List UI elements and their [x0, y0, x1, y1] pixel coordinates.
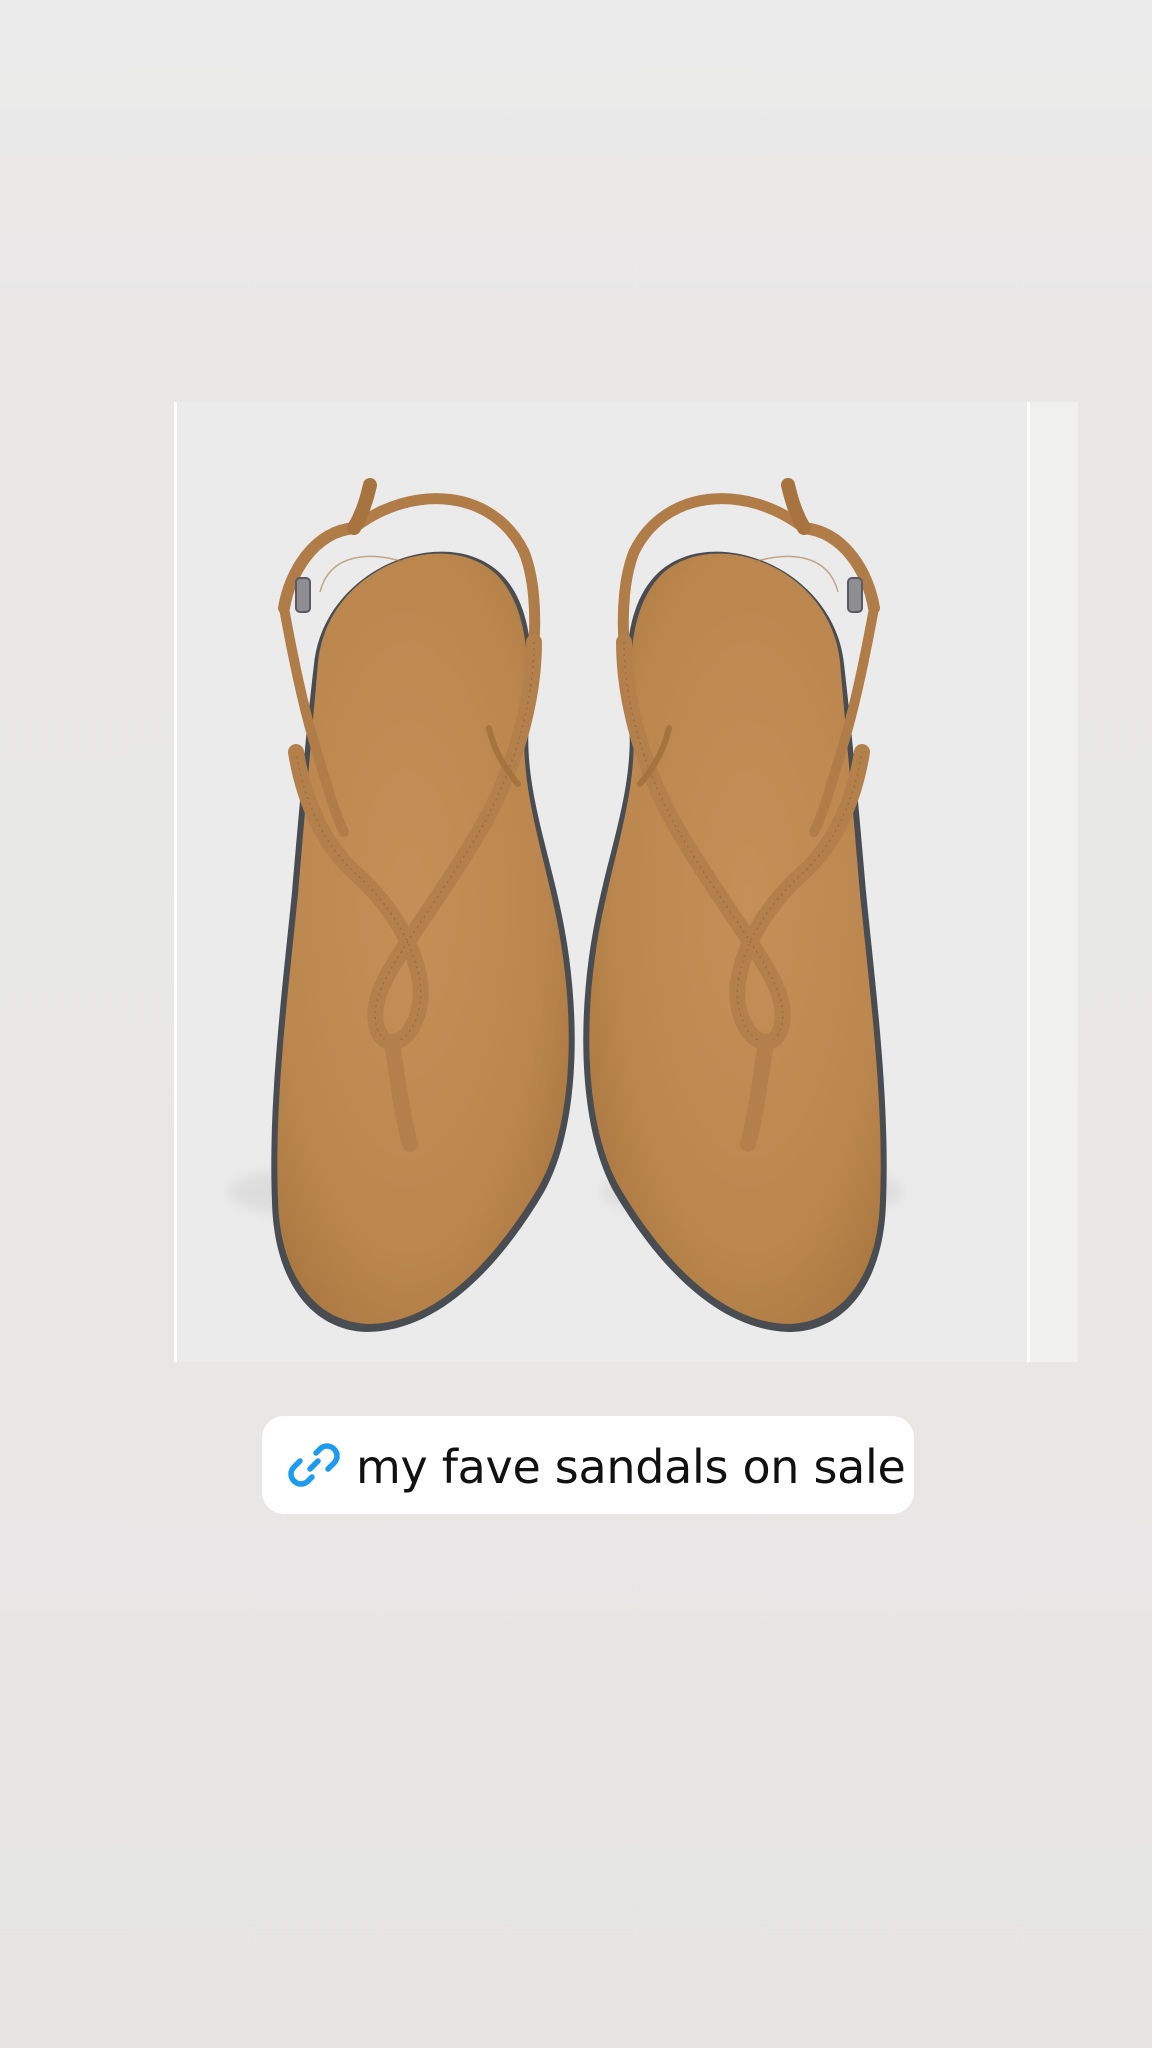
- link-sticker[interactable]: my fave sandals on sale: [262, 1416, 914, 1514]
- photo-edge-strip: [1030, 402, 1078, 1362]
- photo-edge-left: [174, 402, 177, 1362]
- product-photo: [174, 402, 1028, 1362]
- left-sandal: [228, 478, 575, 1332]
- right-sandal: [583, 478, 902, 1332]
- link-sticker-label: my fave sandals on sale: [356, 1440, 906, 1494]
- sandals-illustration: [228, 478, 902, 1332]
- photo-edge-right: [1027, 402, 1030, 1362]
- link-icon: [286, 1437, 342, 1493]
